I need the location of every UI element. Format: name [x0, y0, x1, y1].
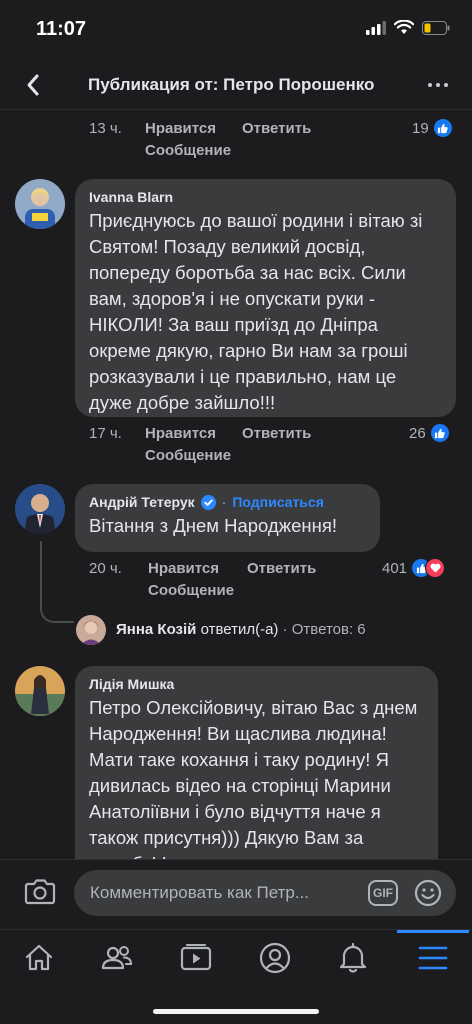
avatar[interactable] — [15, 179, 65, 229]
reply-count: · Ответов: 6 — [282, 621, 366, 638]
comment-author[interactable]: Ivanna Blarn — [89, 188, 442, 206]
tab-home[interactable] — [11, 936, 67, 980]
menu-icon — [418, 946, 448, 970]
dot — [436, 83, 440, 87]
cellular-signal-icon — [366, 20, 386, 35]
reaction-summary[interactable]: 19 — [412, 118, 453, 138]
status-icons — [366, 20, 450, 35]
comment-author[interactable]: Андрій Тетерук — [89, 493, 195, 511]
chevron-left-icon — [27, 74, 39, 96]
separator: · — [221, 494, 227, 510]
message-link[interactable]: Сообщение — [145, 445, 231, 467]
dot — [428, 83, 432, 87]
comment-author[interactable]: Лідія Мишка — [89, 675, 424, 693]
wifi-icon — [394, 20, 414, 34]
reaction-count: 19 — [412, 119, 429, 137]
tab-profile[interactable] — [247, 936, 303, 980]
watch-icon — [180, 944, 212, 971]
comment-bubble[interactable]: Лідія Мишка Петро Олексійовичу, вітаю Ва… — [75, 666, 438, 859]
bottom-tab-bar — [0, 929, 472, 1024]
like-link[interactable]: Нравится — [145, 118, 216, 140]
tab-menu[interactable] — [405, 936, 461, 980]
comment-input-placeholder: Комментировать как Петр... — [90, 883, 309, 902]
emoji-button[interactable] — [414, 879, 442, 912]
comments-feed[interactable]: 13 ч. Нравится Ответить Сообщение 19 Iva… — [0, 111, 472, 859]
profile-icon — [259, 942, 291, 974]
tab-watch[interactable] — [168, 936, 224, 980]
active-tab-indicator — [397, 930, 469, 933]
comment-author-row: Андрій Тетерук · Подписаться — [89, 493, 366, 511]
home-indicator — [153, 1009, 319, 1014]
reply-link[interactable]: Ответить — [242, 423, 311, 445]
reply-action: ответил(-а) — [200, 621, 279, 638]
post-header: Публикация от: Петро Порошенко — [0, 60, 472, 110]
reaction-count: 26 — [409, 424, 426, 442]
comment-text: Приєднуюсь до вашої родини і вітаю зі Св… — [89, 210, 423, 413]
replies-summary[interactable]: Янна Козій ответил(-а) · Ответов: 6 — [116, 620, 366, 640]
tab-notifications[interactable] — [325, 936, 381, 980]
reply-link[interactable]: Ответить — [242, 118, 311, 140]
reaction-icons — [411, 558, 446, 578]
subscribe-link[interactable]: Подписаться — [232, 493, 324, 511]
friends-icon — [101, 946, 133, 970]
smiley-icon — [414, 879, 442, 907]
comment-bubble[interactable]: Ivanna Blarn Приєднуюсь до вашої родини … — [75, 179, 456, 417]
verified-badge-icon — [200, 494, 216, 510]
comment-time: 13 ч. — [89, 120, 122, 137]
comment-time: 20 ч. — [89, 560, 122, 577]
back-button[interactable] — [16, 68, 50, 102]
page-title: Публикация от: Петро Порошенко — [88, 75, 375, 94]
reply-link[interactable]: Ответить — [247, 558, 316, 580]
comment-actions: 13 ч. Нравится Ответить Сообщение — [89, 118, 369, 162]
like-reaction-icon — [432, 118, 453, 138]
camera-button[interactable] — [24, 878, 56, 911]
more-options-button[interactable] — [422, 70, 454, 100]
comment-input[interactable]: Комментировать как Петр... GIF — [74, 870, 456, 916]
comment-text: Петро Олексійовичу, вітаю Вас з днем Нар… — [89, 697, 418, 859]
comment-time: 17 ч. — [89, 425, 122, 442]
reply-author: Янна Козій — [116, 621, 197, 638]
reaction-summary[interactable]: 401 — [382, 558, 446, 578]
reply-thread-line — [40, 541, 74, 623]
comment-composer: Комментировать как Петр... GIF — [0, 859, 472, 929]
avatar[interactable] — [15, 666, 65, 716]
comment-actions: 20 ч. Нравится Ответить Сообщение — [89, 558, 369, 602]
reaction-summary[interactable]: 26 — [409, 423, 450, 443]
message-link[interactable]: Сообщение — [145, 140, 231, 162]
comment-actions: 17 ч. Нравится Ответить Сообщение — [89, 423, 369, 467]
comment-text: Вітання з Днем Народження! — [89, 515, 337, 536]
status-time: 11:07 — [36, 18, 87, 40]
avatar[interactable] — [15, 484, 65, 534]
status-bar: 11:07 — [0, 0, 472, 60]
heart-reaction-icon — [425, 558, 446, 578]
bell-icon — [339, 942, 367, 973]
like-link[interactable]: Нравится — [145, 423, 216, 445]
like-reaction-icon — [429, 423, 450, 443]
message-link[interactable]: Сообщение — [148, 580, 234, 602]
gif-button[interactable]: GIF — [368, 880, 398, 906]
reply-avatar[interactable] — [76, 615, 106, 645]
dot — [444, 83, 448, 87]
reaction-count: 401 — [382, 559, 408, 577]
camera-icon — [24, 879, 56, 905]
home-icon — [25, 944, 53, 971]
tab-friends[interactable] — [89, 936, 145, 980]
battery-icon — [422, 20, 450, 35]
like-link[interactable]: Нравится — [148, 558, 219, 580]
comment-bubble[interactable]: Андрій Тетерук · Подписаться Вітання з Д… — [75, 484, 380, 552]
